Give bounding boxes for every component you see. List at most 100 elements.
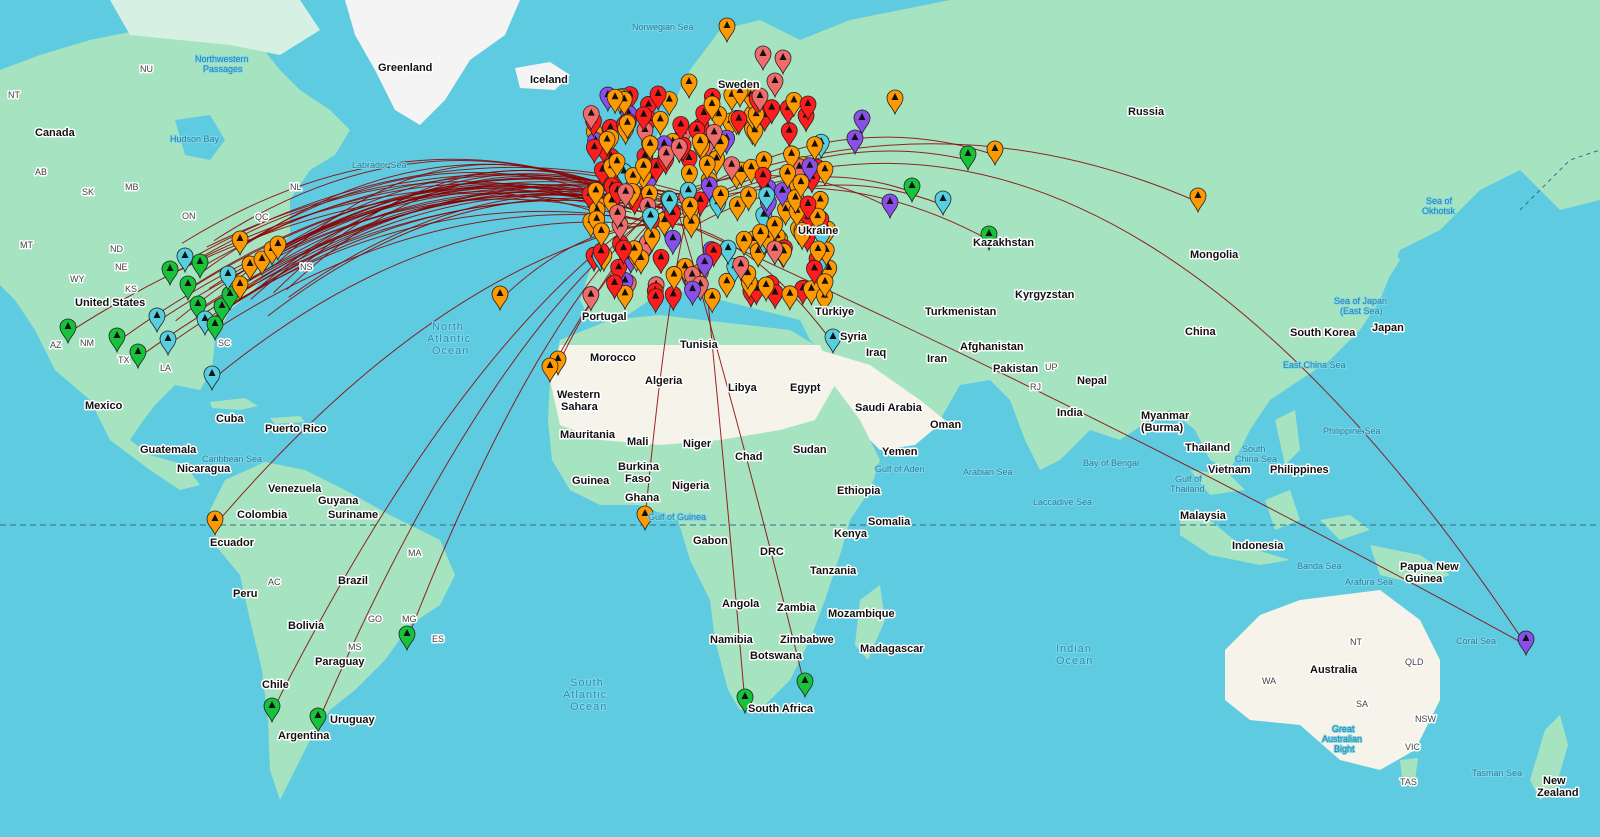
- label-indonesia: Indonesia: [1232, 540, 1284, 552]
- label-sudan: Sudan: [793, 444, 827, 456]
- label-pakistan: Pakistan: [993, 363, 1039, 375]
- label-argentina: Argentina: [278, 730, 330, 742]
- label-ecuador: Ecuador: [210, 537, 255, 549]
- label-ethiopia: Ethiopia: [837, 485, 881, 497]
- label-region: NT: [8, 90, 20, 100]
- label-region: TX: [118, 355, 130, 365]
- label-canada: Canada: [35, 127, 76, 139]
- label-region: NU: [140, 64, 153, 74]
- label-region: ON: [182, 211, 196, 221]
- label-afghanistan: Afghanistan: [960, 341, 1024, 353]
- label-region: TAS: [1400, 777, 1417, 787]
- label-portugal: Portugal: [582, 311, 627, 323]
- label-sea-of-japan: Sea of Japan (East Sea): [1334, 296, 1387, 316]
- label-iran: Iran: [927, 353, 947, 365]
- label-region: LA: [160, 363, 171, 373]
- label-brazil: Brazil: [338, 575, 368, 587]
- label-bolivia: Bolivia: [288, 620, 325, 632]
- label-kazakhstan: Kazakhstan: [973, 237, 1034, 249]
- label-syria: Syria: [840, 331, 868, 343]
- label-region: NE: [115, 262, 128, 272]
- label-turkmenistan: Turkmenistan: [925, 306, 997, 318]
- label-region: VIC: [1405, 742, 1421, 752]
- label-gulf-of-aden: Gulf of Aden: [875, 464, 925, 474]
- label-region: GO: [368, 614, 382, 624]
- label-russia: Russia: [1128, 106, 1165, 118]
- label-kenya: Kenya: [834, 528, 868, 540]
- label-madagascar: Madagascar: [860, 643, 924, 655]
- label-china: China: [1185, 326, 1216, 338]
- label-nicaragua: Nicaragua: [177, 463, 231, 475]
- label-mexico: Mexico: [85, 400, 123, 412]
- label-mozambique: Mozambique: [828, 608, 895, 620]
- label-region: NM: [80, 338, 94, 348]
- label-region: UP: [1045, 362, 1058, 372]
- label-guinea: Guinea: [572, 475, 610, 487]
- label-region: NL: [290, 182, 302, 192]
- label-drc: DRC: [760, 546, 784, 558]
- label-yemen: Yemen: [882, 446, 918, 458]
- label-guyana: Guyana: [318, 495, 359, 507]
- label-india: India: [1057, 407, 1084, 419]
- label-region: AZ: [50, 340, 62, 350]
- label-niger: Niger: [683, 438, 712, 450]
- label-region: ND: [110, 244, 123, 254]
- label-oman: Oman: [930, 419, 961, 431]
- label-region: NSW: [1415, 714, 1437, 724]
- label-chad: Chad: [735, 451, 763, 463]
- label-region: MT: [20, 240, 33, 250]
- label-region: NT: [1350, 637, 1362, 647]
- label-saudi-arabia: Saudi Arabia: [855, 402, 923, 414]
- label-region: RJ: [1030, 382, 1041, 392]
- label-arafura-sea: Arafura Sea: [1345, 577, 1393, 587]
- label-chile: Chile: [262, 679, 289, 691]
- label-australia: Australia: [1310, 664, 1358, 676]
- label-zimbabwe: Zimbabwe: [780, 634, 834, 646]
- label-thailand: Thailand: [1185, 442, 1230, 454]
- label-laccadive-sea: Laccadive Sea: [1033, 497, 1092, 507]
- label-region: MG: [402, 614, 417, 624]
- label-hudson-bay: Hudson Bay: [170, 134, 220, 144]
- label-region: SA: [1356, 699, 1368, 709]
- label-indian-ocean: Indian Ocean: [1056, 643, 1093, 667]
- label-northwestern-passages: Northwestern Passages: [195, 54, 249, 74]
- label-somalia: Somalia: [868, 516, 911, 528]
- label-region: MS: [348, 642, 362, 652]
- label-peru: Peru: [233, 588, 257, 600]
- label-gulf-of-thailand: Gulf of Thailand: [1170, 474, 1205, 494]
- label-malaysia: Malaysia: [1180, 510, 1227, 522]
- label-gulf-of-guinea: Gulf of Guinea: [648, 512, 706, 522]
- label-ukraine: Ukraine: [798, 225, 838, 237]
- label-bay-of-bengal: Bay of Bengal: [1083, 458, 1139, 468]
- label-region: ES: [432, 634, 444, 644]
- label-nigeria: Nigeria: [672, 480, 710, 492]
- label-region: MB: [125, 182, 139, 192]
- label-mauritania: Mauritania: [560, 429, 616, 441]
- label-region: NS: [300, 262, 313, 272]
- label-coral-sea: Coral Sea: [1456, 636, 1496, 646]
- label-south-africa: South Africa: [748, 703, 814, 715]
- label-iceland: Iceland: [530, 74, 568, 86]
- label-region: WA: [1262, 676, 1276, 686]
- label-iraq: Iraq: [866, 347, 886, 359]
- label-labrador-sea: Labrador Sea: [352, 160, 407, 170]
- label-ghana: Ghana: [625, 492, 660, 504]
- label-japan: Japan: [1372, 322, 1404, 334]
- label-greenland: Greenland: [378, 62, 432, 74]
- label-turkiye: Türkiye: [815, 306, 854, 318]
- label-caribbean-sea: Caribbean Sea: [202, 454, 262, 464]
- label-tunisia: Tunisia: [680, 339, 719, 351]
- label-region: QC: [255, 212, 269, 222]
- label-norwegian-sea: Norwegian Sea: [632, 22, 694, 32]
- label-region: SC: [218, 338, 231, 348]
- label-algeria: Algeria: [645, 375, 683, 387]
- label-morocco: Morocco: [590, 352, 636, 364]
- label-colombia: Colombia: [237, 509, 288, 521]
- label-region: KS: [125, 284, 137, 294]
- label-zambia: Zambia: [777, 602, 816, 614]
- label-kyrgyzstan: Kyrgyzstan: [1015, 289, 1075, 301]
- label-suriname: Suriname: [328, 509, 378, 521]
- label-guatemala: Guatemala: [140, 444, 197, 456]
- world-map[interactable]: Canada United States Mexico Cuba Puerto …: [0, 0, 1600, 837]
- label-gabon: Gabon: [693, 535, 728, 547]
